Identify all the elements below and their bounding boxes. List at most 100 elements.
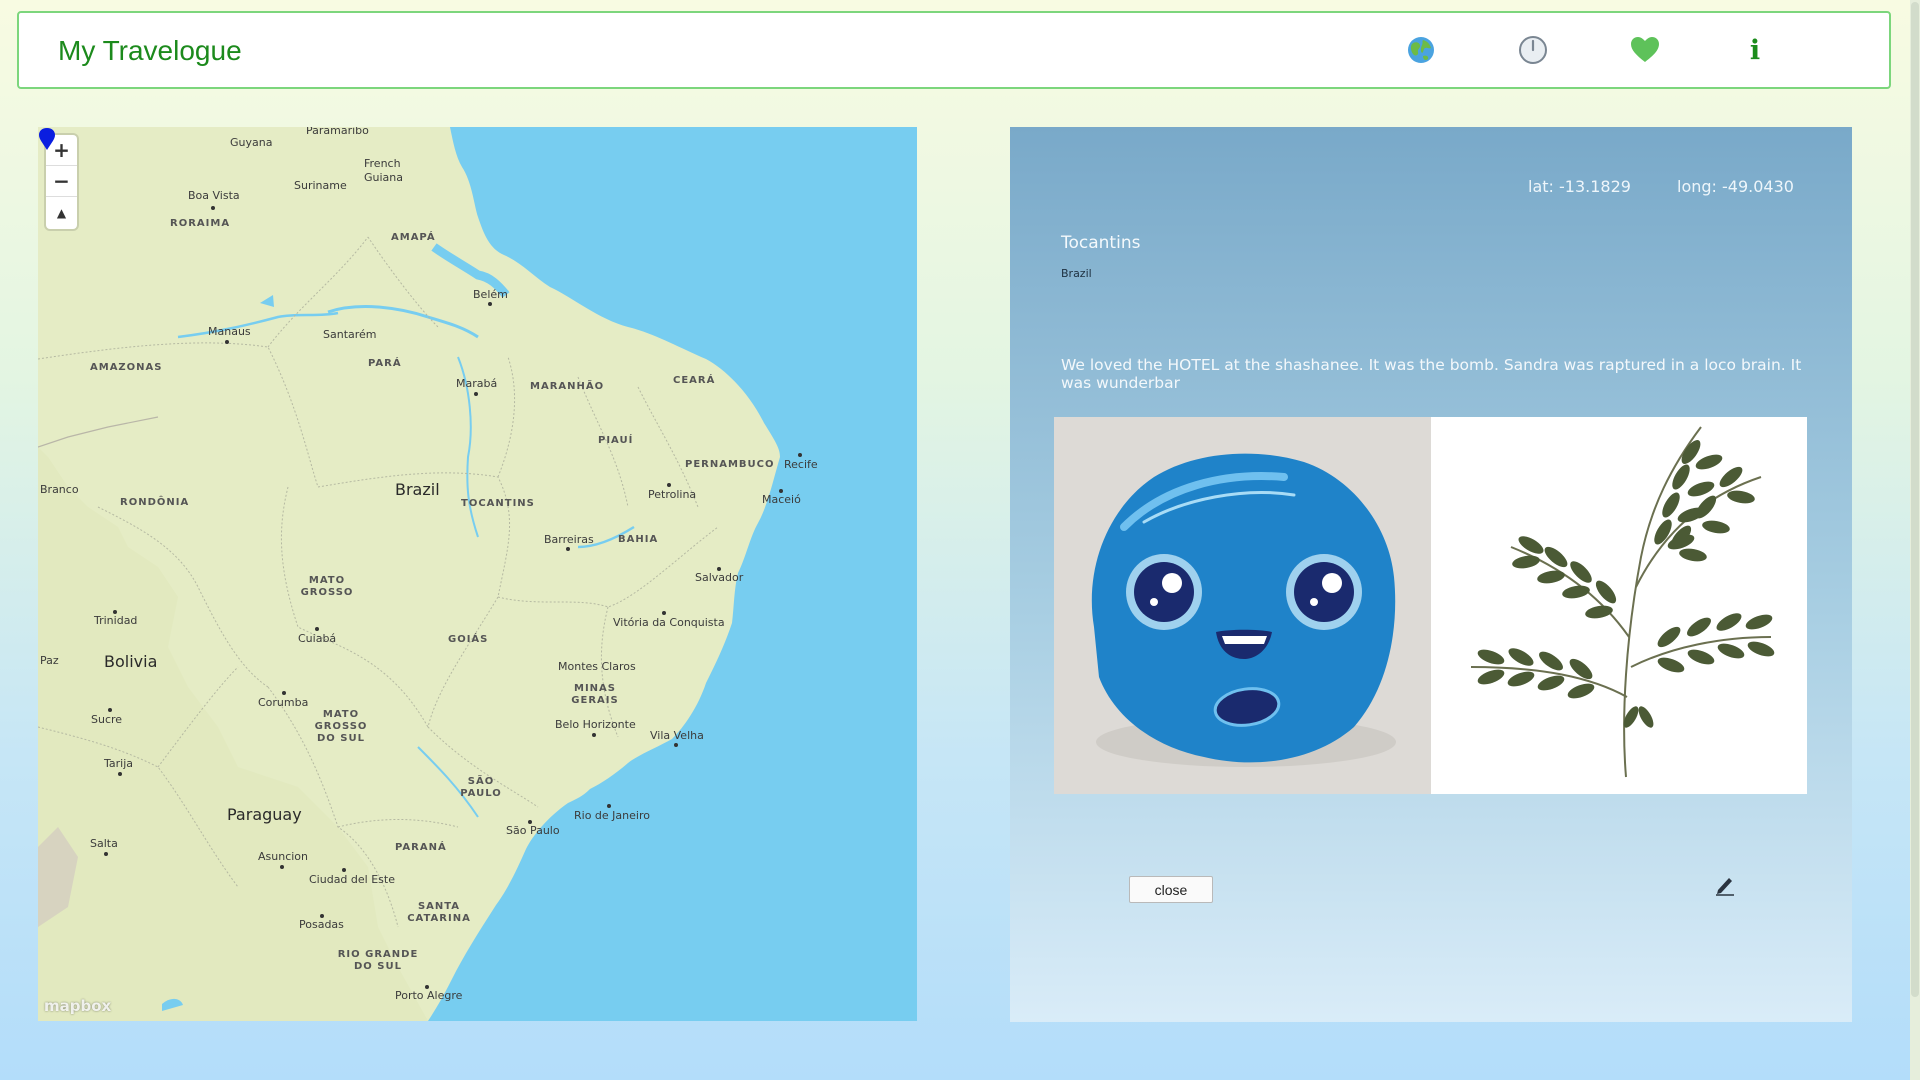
- map-label: Manaus: [208, 325, 251, 338]
- nav-globe-button[interactable]: [1404, 33, 1438, 67]
- app-header: My Travelogue i: [17, 11, 1891, 89]
- map-label-country: Bolivia: [104, 652, 158, 671]
- leaf-image: [1430, 417, 1807, 794]
- nav-favorites-button[interactable]: [1628, 33, 1662, 67]
- city-dot: [592, 733, 596, 737]
- city-dot: [425, 985, 429, 989]
- nav-info-button[interactable]: i: [1738, 33, 1772, 67]
- map-label: AMAPÁ: [391, 232, 436, 243]
- scrollbar-thumb[interactable]: [1911, 2, 1919, 997]
- compass-button[interactable]: ▲: [46, 197, 77, 228]
- map-label: São Paulo: [506, 824, 560, 837]
- map-label: Marabá: [456, 377, 498, 390]
- place-name: Tocantins: [1061, 233, 1141, 253]
- location-pin-icon[interactable]: [38, 127, 56, 151]
- city-dot: [779, 489, 783, 493]
- city-dot: [488, 302, 492, 306]
- map-label: Suriname: [294, 179, 347, 192]
- city-dot: [717, 567, 721, 571]
- map-label: Salta: [90, 837, 118, 850]
- map-label: PERNAMBUCO: [685, 459, 775, 470]
- heart-icon: [1631, 37, 1659, 62]
- map-label: PARÁ: [368, 358, 402, 369]
- travel-note: We loved the HOTEL at the shashanee. It …: [1061, 356, 1802, 392]
- close-button[interactable]: close: [1129, 876, 1213, 903]
- city-dot: [108, 708, 112, 712]
- map-label: MATO GROSSO DO SUL: [314, 709, 368, 744]
- city-dot: [798, 453, 802, 457]
- map-label: PIAUÍ: [598, 435, 634, 446]
- map-label: AMAZONAS: [90, 362, 163, 373]
- map-label: GOIÁS: [448, 634, 489, 645]
- map-label-country: Paraguay: [227, 805, 302, 824]
- mapbox-logo[interactable]: mapbox: [44, 997, 111, 1015]
- map-label: Salvador: [695, 571, 744, 584]
- app-title[interactable]: My Travelogue: [58, 35, 242, 67]
- city-dot: [607, 804, 611, 808]
- city-dot: [342, 868, 346, 872]
- map-label: Belém: [473, 288, 508, 301]
- pencil-icon[interactable]: [1715, 874, 1735, 896]
- map-label: Guyana: [230, 136, 273, 149]
- longitude-value: long: -49.0430: [1677, 177, 1794, 196]
- map-label: Recife: [784, 458, 818, 471]
- map-label: Boa Vista: [188, 189, 240, 202]
- map-base: [38, 127, 780, 1021]
- city-dot: [674, 743, 678, 747]
- map-label: Vitória da Conquista: [613, 616, 725, 629]
- map-label: Asuncion: [258, 850, 309, 863]
- photo-leaf[interactable]: [1430, 417, 1807, 794]
- map-label: SANTA CATARINA: [407, 901, 471, 924]
- map-label: TOCANTINS: [461, 498, 535, 509]
- map-label: RORAIMA: [170, 218, 231, 229]
- city-dot: [118, 772, 122, 776]
- city-dot: [566, 547, 570, 551]
- latitude-value: lat: -13.1829: [1528, 177, 1631, 196]
- map-label: French Guiana: [364, 157, 404, 184]
- map-view[interactable]: + − ▲ Paramaribo Guyana French Guiana Su…: [38, 127, 917, 1021]
- map-label: Paz: [40, 654, 59, 667]
- map-label: Tarija: [104, 757, 134, 770]
- location-detail-panel: lat: -13.1829 long: -49.0430 Tocantins B…: [1010, 127, 1852, 1022]
- map-label: Petrolina: [648, 488, 697, 501]
- city-dot: [280, 865, 284, 869]
- map-label: Ciudad del Este: [309, 873, 395, 886]
- city-dot: [211, 206, 215, 210]
- city-dot: [315, 627, 319, 631]
- map-label: PARANÁ: [395, 842, 447, 853]
- pillow-image: [1054, 417, 1431, 794]
- nav-history-button[interactable]: [1516, 33, 1550, 67]
- map-label: MARANHÃO: [530, 381, 605, 392]
- page: My Travelogue i + − ▲ Paramaribo Guyana …: [0, 0, 1910, 1080]
- map-label: MATO GROSSO: [300, 575, 354, 598]
- page-scrollbar[interactable]: [1910, 0, 1920, 1080]
- city-dot: [282, 691, 286, 695]
- map-label: Porto Alegre: [395, 989, 463, 1002]
- map-label-country: Brazil: [395, 480, 440, 499]
- globe-icon: [1408, 37, 1434, 63]
- place-country: Brazil: [1061, 267, 1092, 280]
- photo-pillow[interactable]: [1054, 417, 1431, 794]
- map-label: RIO GRANDE DO SUL: [337, 949, 419, 972]
- city-dot: [667, 483, 671, 487]
- map-label: Rio de Janeiro: [574, 809, 650, 822]
- map-label: Branco: [40, 483, 79, 496]
- map-label: Maceió: [762, 493, 801, 506]
- info-icon: i: [1749, 34, 1761, 66]
- zoom-out-button[interactable]: −: [46, 166, 77, 197]
- map-label: Posadas: [299, 918, 344, 931]
- map-label: Barreiras: [544, 533, 594, 546]
- map-label: Vila Velha: [650, 729, 704, 742]
- city-dot: [225, 340, 229, 344]
- map-label: BAHIA: [618, 534, 659, 545]
- map-label: CEARÁ: [673, 375, 716, 386]
- city-dot: [528, 820, 532, 824]
- map-label: Montes Claros: [558, 660, 636, 673]
- clock-icon: [1519, 36, 1547, 64]
- city-dot: [113, 610, 117, 614]
- city-dot: [320, 914, 324, 918]
- city-dot: [662, 611, 666, 615]
- city-dot: [104, 852, 108, 856]
- map-label: SÃO PAULO: [460, 776, 502, 799]
- map-label: Santarém: [323, 328, 377, 341]
